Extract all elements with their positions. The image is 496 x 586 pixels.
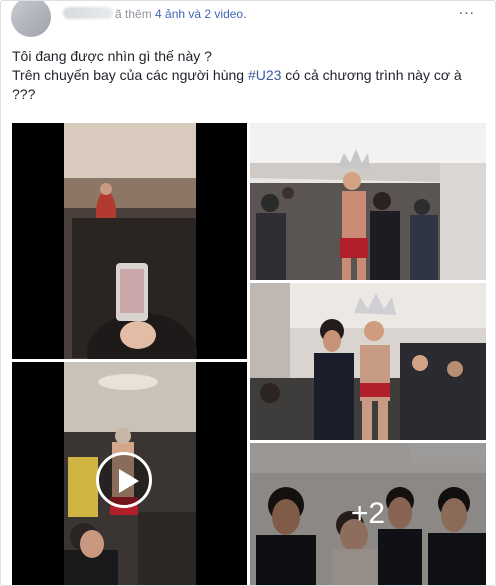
meta-suffix: . [243, 7, 247, 21]
media-photo-1[interactable] [250, 123, 486, 280]
play-icon[interactable] [96, 452, 152, 508]
aisle-passengers-scene [250, 283, 486, 440]
more-count[interactable]: +2 [250, 443, 486, 585]
media-count-link[interactable]: 4 ảnh và 2 video [155, 7, 243, 21]
aisle-crown-scene [250, 123, 486, 280]
media-photo-3-more[interactable]: +2 [250, 443, 486, 585]
post-line-2: Trên chuyến bay của các người hùng #U23 … [12, 66, 482, 85]
post-body: Tôi đang được nhìn gì thế này ? Trên chu… [12, 47, 482, 104]
author-name-blurred[interactable] [63, 7, 113, 19]
media-photo-2[interactable] [250, 283, 486, 440]
post-line-2-start: Trên chuyến bay của các người hùng [12, 67, 248, 83]
post-meta: ã thêm 4 ảnh và 2 video. [115, 7, 246, 21]
post-line-3: ??? [12, 86, 36, 102]
cabin-phone-scene [12, 123, 247, 359]
post-line-1: Tôi đang được nhìn gì thế này ? [12, 48, 212, 64]
more-options-icon[interactable]: ... [459, 1, 475, 19]
author-avatar[interactable] [11, 1, 51, 37]
meta-prefix: ã thêm [115, 7, 152, 21]
post-card: ã thêm 4 ảnh và 2 video. ... Tôi đang đư… [0, 0, 496, 586]
media-grid: +2 [12, 123, 486, 585]
hashtag-link[interactable]: #U23 [248, 67, 281, 83]
media-video-2[interactable] [12, 362, 247, 585]
post-header: ã thêm 4 ảnh và 2 video. ... [11, 1, 481, 37]
post-line-2-end: có cả chương trình này cơ à [281, 67, 462, 83]
media-video-1[interactable] [12, 123, 247, 359]
